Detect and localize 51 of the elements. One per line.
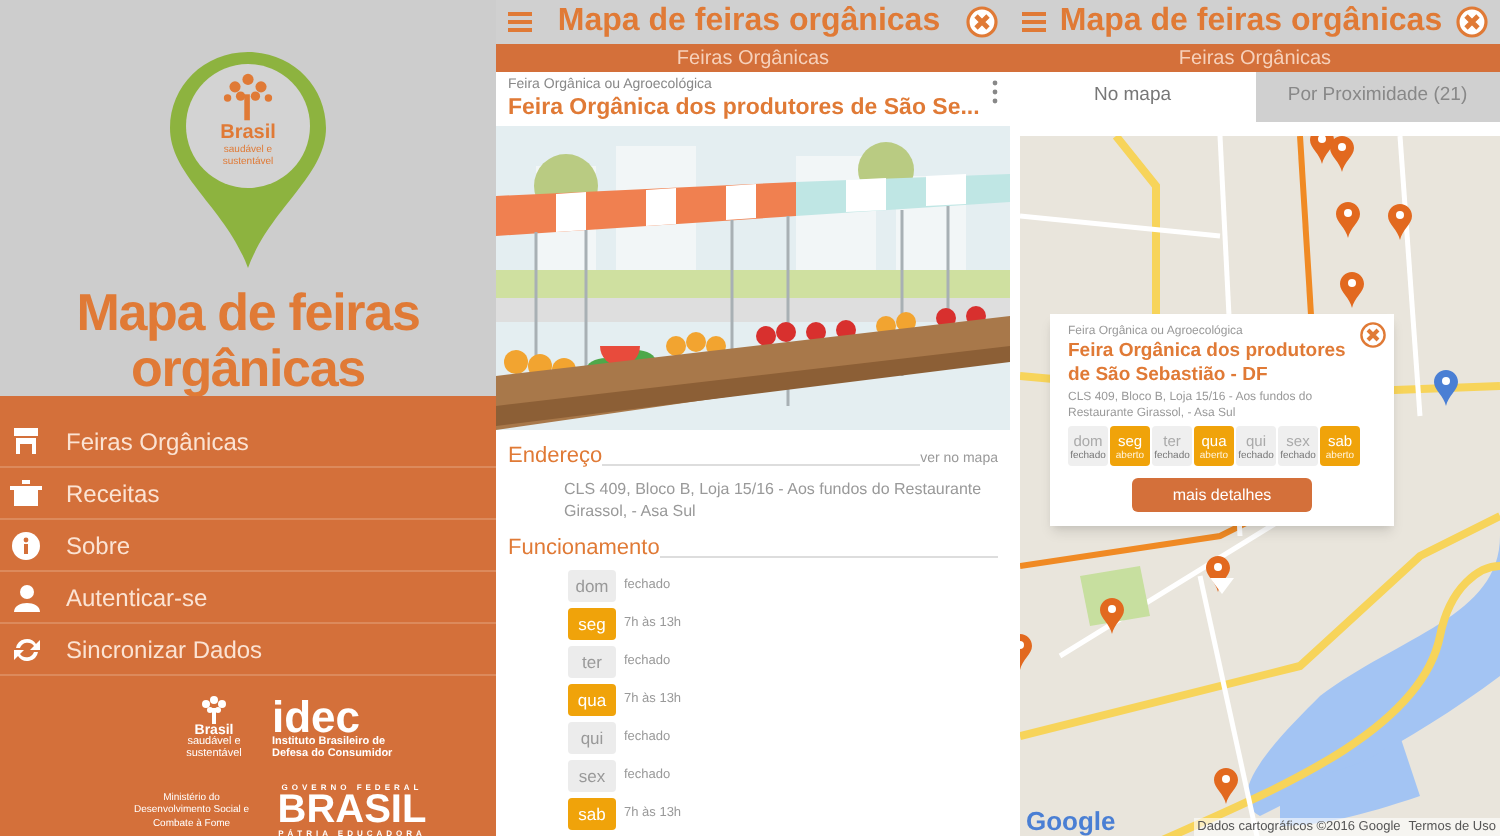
close-icon[interactable] [1456, 6, 1488, 38]
section-bar-title: Feiras Orgânicas [676, 45, 830, 73]
map-pin-icon[interactable] [1214, 768, 1238, 804]
tree-icon [222, 72, 274, 124]
cooking-pot-icon [10, 480, 42, 506]
popup-pointer-icon [1210, 578, 1234, 594]
map-provider-logo: Google [1026, 808, 1116, 834]
map-pin-icon[interactable] [1388, 204, 1412, 240]
sync-icon [10, 635, 42, 663]
map-pin-icon[interactable] [1340, 272, 1364, 308]
section-heading: Endereço [508, 444, 603, 468]
menu-item[interactable]: Sobre [0, 520, 496, 572]
logo-brand-text: Brasil [220, 124, 276, 144]
map-pin-icon[interactable] [1330, 136, 1354, 172]
gov-logo-text: BRASIL [277, 792, 427, 830]
header-title: Mapa de feiras orgânicas [557, 2, 941, 42]
idec-logo-text: idec [272, 698, 361, 738]
market-stall-icon [10, 428, 42, 454]
app-title: Mapa de feiras [76, 284, 420, 340]
tab[interactable]: Por Proximidade (21) [1255, 72, 1500, 122]
info-icon [10, 531, 42, 559]
menu-item[interactable]: Feiras Orgânicas [0, 416, 496, 468]
day-tag: qua [568, 684, 616, 716]
day-tag: dom [568, 570, 616, 602]
day-tag: seg [568, 608, 616, 640]
map-pin-icon[interactable] [1100, 598, 1124, 634]
map-pin-icon [166, 48, 330, 272]
day-tag: ter [568, 646, 616, 678]
market-title: Feira Orgânica dos produtores de São Sebastião - DF [1068, 340, 1348, 388]
day-tag: sex [568, 760, 616, 792]
address-text: CLS 409, Bloco B, Loja 15/16 - Aos fundos do Restaurante Girassol, - Asa Sul [562, 478, 984, 522]
close-icon[interactable] [966, 6, 998, 38]
tree-logo-icon [198, 696, 230, 724]
user-icon [10, 583, 42, 611]
more-options-icon[interactable] [992, 80, 998, 104]
details-button[interactable]: mais detalhes [1132, 478, 1312, 512]
day-tag: sab [568, 798, 616, 830]
menu-item[interactable]: Receitas [0, 468, 496, 520]
section-heading: Funcionamento [508, 536, 660, 560]
market-title: Feira Orgânica dos produtores de São Se... [508, 94, 980, 122]
header-title: Mapa de feiras orgânicas [1059, 2, 1443, 42]
app-title: orgânicas [131, 340, 365, 396]
menu-icon[interactable] [1022, 12, 1046, 32]
map-pin-icon[interactable] [1336, 202, 1360, 238]
menu-item[interactable]: Sincronizar Dados [0, 624, 496, 676]
map-pin-icon[interactable] [1434, 370, 1458, 406]
section-bar-title: Feiras Orgânicas [1178, 45, 1332, 73]
close-icon[interactable] [1360, 322, 1386, 348]
menu-icon[interactable] [508, 12, 532, 32]
day-tag: qui [568, 722, 616, 754]
menu-item[interactable]: Autenticar-se [0, 572, 496, 624]
